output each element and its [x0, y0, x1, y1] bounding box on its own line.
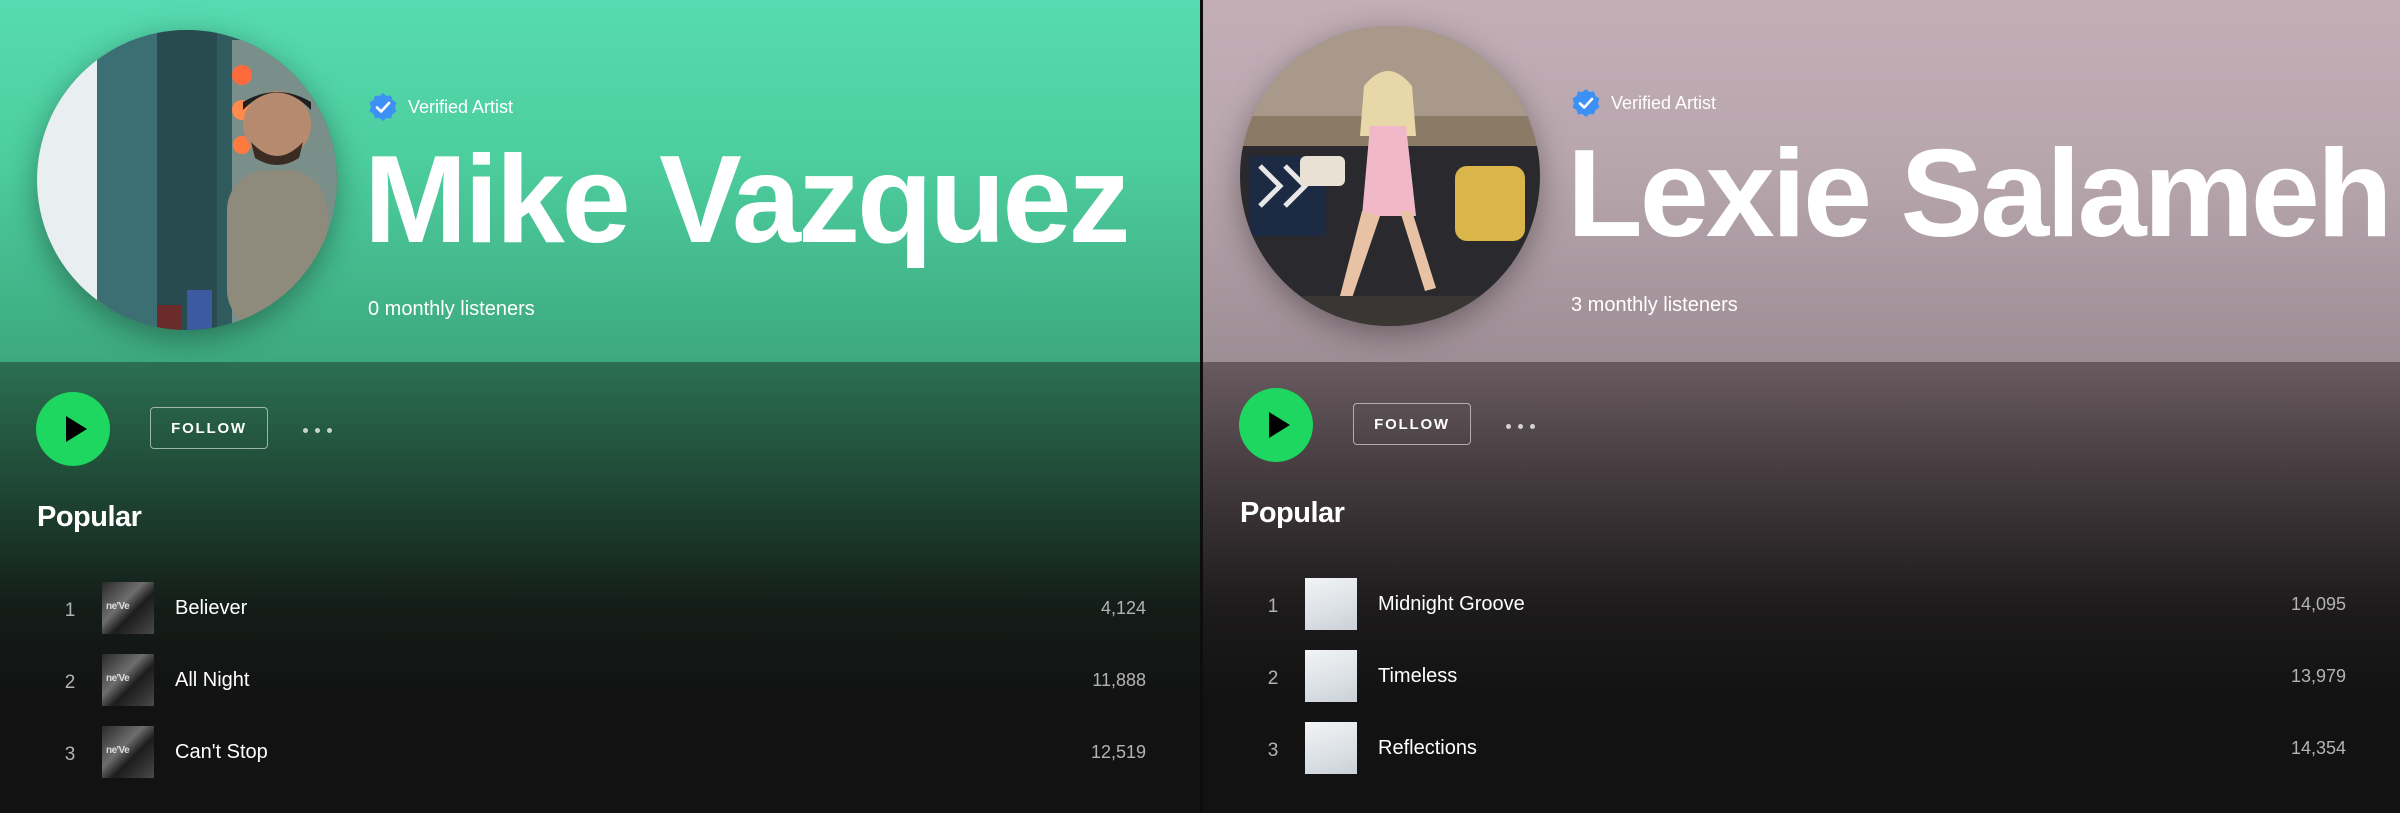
track-cover-art: ne'Ve: [102, 654, 154, 706]
track-row[interactable]: 2 ne'Ve All Night 11,888: [0, 652, 1200, 724]
play-button[interactable]: [1239, 388, 1313, 462]
track-title[interactable]: Believer: [175, 597, 247, 620]
track-title[interactable]: Midnight Groove: [1378, 593, 1525, 616]
artist-page-lexie-salameh: Verified Artist Lexie Salameh 3 monthly …: [1203, 0, 2400, 813]
artist-name: Mike Vazquez: [364, 131, 1130, 269]
track-title[interactable]: Timeless: [1378, 665, 1457, 688]
verified-badge-icon: [369, 93, 397, 121]
track-title[interactable]: All Night: [175, 669, 249, 692]
popular-heading: Popular: [1240, 497, 1345, 529]
artist-photo: [1240, 26, 1540, 326]
popular-heading: Popular: [37, 501, 142, 533]
track-play-count: 13,979: [2290, 666, 2346, 686]
play-icon: [1268, 412, 1290, 438]
track-number: 2: [1267, 668, 1279, 689]
more-options-icon[interactable]: [303, 422, 332, 439]
monthly-listeners: 0 monthly listeners: [368, 298, 535, 320]
artist-avatar: [1240, 26, 1540, 326]
track-row[interactable]: 1 Midnight Groove 14,095: [1203, 576, 2400, 648]
verified-label: Verified Artist: [408, 96, 514, 117]
popular-tracks-list: 1 ne'Ve Believer 4,124 2 ne'Ve All Night…: [0, 580, 1200, 796]
track-cover-art: ne'Ve: [102, 582, 154, 634]
track-cover-art: [1305, 722, 1357, 774]
artist-avatar: [37, 30, 337, 330]
verified-artist-badge: Verified Artist: [1571, 88, 1716, 118]
verified-label: Verified Artist: [1611, 92, 1717, 113]
track-row[interactable]: 3 ne'Ve Can't Stop 12,519: [0, 724, 1200, 796]
more-options-icon[interactable]: [1506, 418, 1535, 435]
follow-button[interactable]: FOLLOW: [1353, 403, 1471, 445]
monthly-listeners: 3 monthly listeners: [1571, 294, 1738, 316]
track-number: 2: [64, 672, 76, 693]
track-title[interactable]: Reflections: [1378, 737, 1477, 760]
play-button[interactable]: [36, 392, 110, 466]
track-row[interactable]: 2 Timeless 13,979: [1203, 648, 2400, 720]
follow-button[interactable]: FOLLOW: [150, 407, 268, 449]
track-number: 1: [64, 600, 76, 621]
track-row[interactable]: 3 Reflections 14,354: [1203, 720, 2400, 792]
track-play-count: 11,888: [1092, 670, 1146, 690]
track-cover-art: ne'Ve: [102, 726, 154, 778]
play-icon: [65, 416, 87, 442]
verified-artist-badge: Verified Artist: [368, 92, 513, 122]
track-play-count: 4,124: [1100, 598, 1146, 618]
track-cover-art: [1305, 578, 1357, 630]
track-play-count: 14,095: [2290, 594, 2346, 614]
track-play-count: 12,519: [1090, 742, 1146, 762]
track-row[interactable]: 1 ne'Ve Believer 4,124: [0, 580, 1200, 652]
artist-photo: [37, 30, 337, 330]
track-number: 3: [1267, 740, 1279, 761]
track-number: 1: [1267, 596, 1279, 617]
popular-tracks-list: 1 Midnight Groove 14,095 2 Timeless 13,9…: [1203, 576, 2400, 792]
track-title[interactable]: Can't Stop: [175, 741, 268, 764]
track-number: 3: [64, 744, 76, 765]
track-cover-art: [1305, 650, 1357, 702]
track-play-count: 14,354: [2290, 738, 2346, 758]
artist-name: Lexie Salameh: [1567, 125, 2393, 263]
artist-page-mike-vazquez: Verified Artist Mike Vazquez 0 monthly l…: [0, 0, 1200, 813]
verified-badge-icon: [1572, 89, 1600, 117]
